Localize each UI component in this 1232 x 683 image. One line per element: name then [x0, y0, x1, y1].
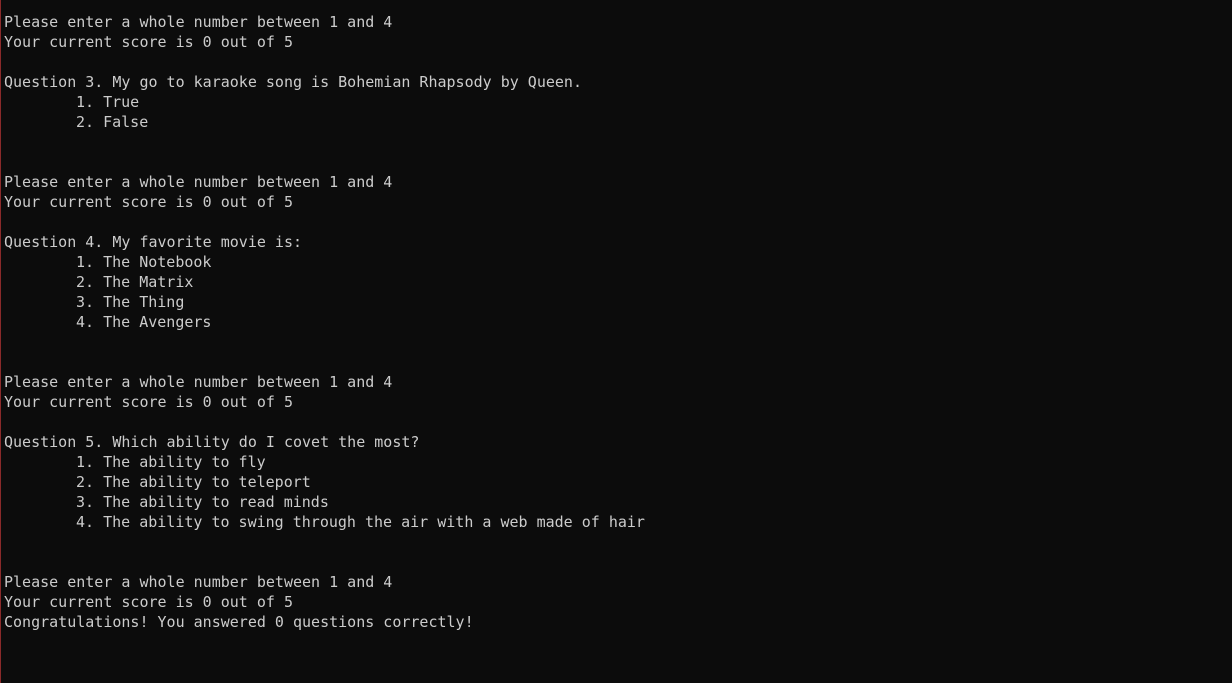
console-line: Please enter a whole number between 1 an…	[4, 13, 393, 31]
window-left-border	[0, 0, 1, 683]
console-line: Question 5. Which ability do I covet the…	[4, 433, 420, 451]
console-line: Question 3. My go to karaoke song is Boh…	[4, 73, 582, 91]
console-line: Please enter a whole number between 1 an…	[4, 373, 393, 391]
answer-option-line: 3. The ability to read minds	[76, 493, 329, 511]
console-line: Congratulations! You answered 0 question…	[4, 613, 474, 631]
console-line: Question 4. My favorite movie is:	[4, 233, 303, 251]
answer-option-line: 4. The ability to swing through the air …	[76, 513, 645, 531]
answer-option-line: 1. True	[76, 93, 140, 111]
console-line: Please enter a whole number between 1 an…	[4, 173, 393, 191]
answer-option-line: 2. False	[76, 113, 149, 131]
console-window[interactable]: Please enter a whole number between 1 an…	[0, 0, 1232, 683]
answer-option-line: 3. The Thing	[76, 293, 185, 311]
answer-option-line: 2. The Matrix	[76, 273, 194, 291]
console-line: Your current score is 0 out of 5	[4, 33, 293, 51]
console-line: Please enter a whole number between 1 an…	[4, 573, 393, 591]
console-line: Your current score is 0 out of 5	[4, 593, 293, 611]
answer-option-line: 4. The Avengers	[76, 313, 212, 331]
answer-option-line: 2. The ability to teleport	[76, 473, 311, 491]
answer-option-line: 1. The Notebook	[76, 253, 212, 271]
console-line: Your current score is 0 out of 5	[4, 393, 293, 411]
answer-option-line: 1. The ability to fly	[76, 453, 266, 471]
console-line: Your current score is 0 out of 5	[4, 193, 293, 211]
console-output: Please enter a whole number between 1 an…	[4, 12, 645, 632]
